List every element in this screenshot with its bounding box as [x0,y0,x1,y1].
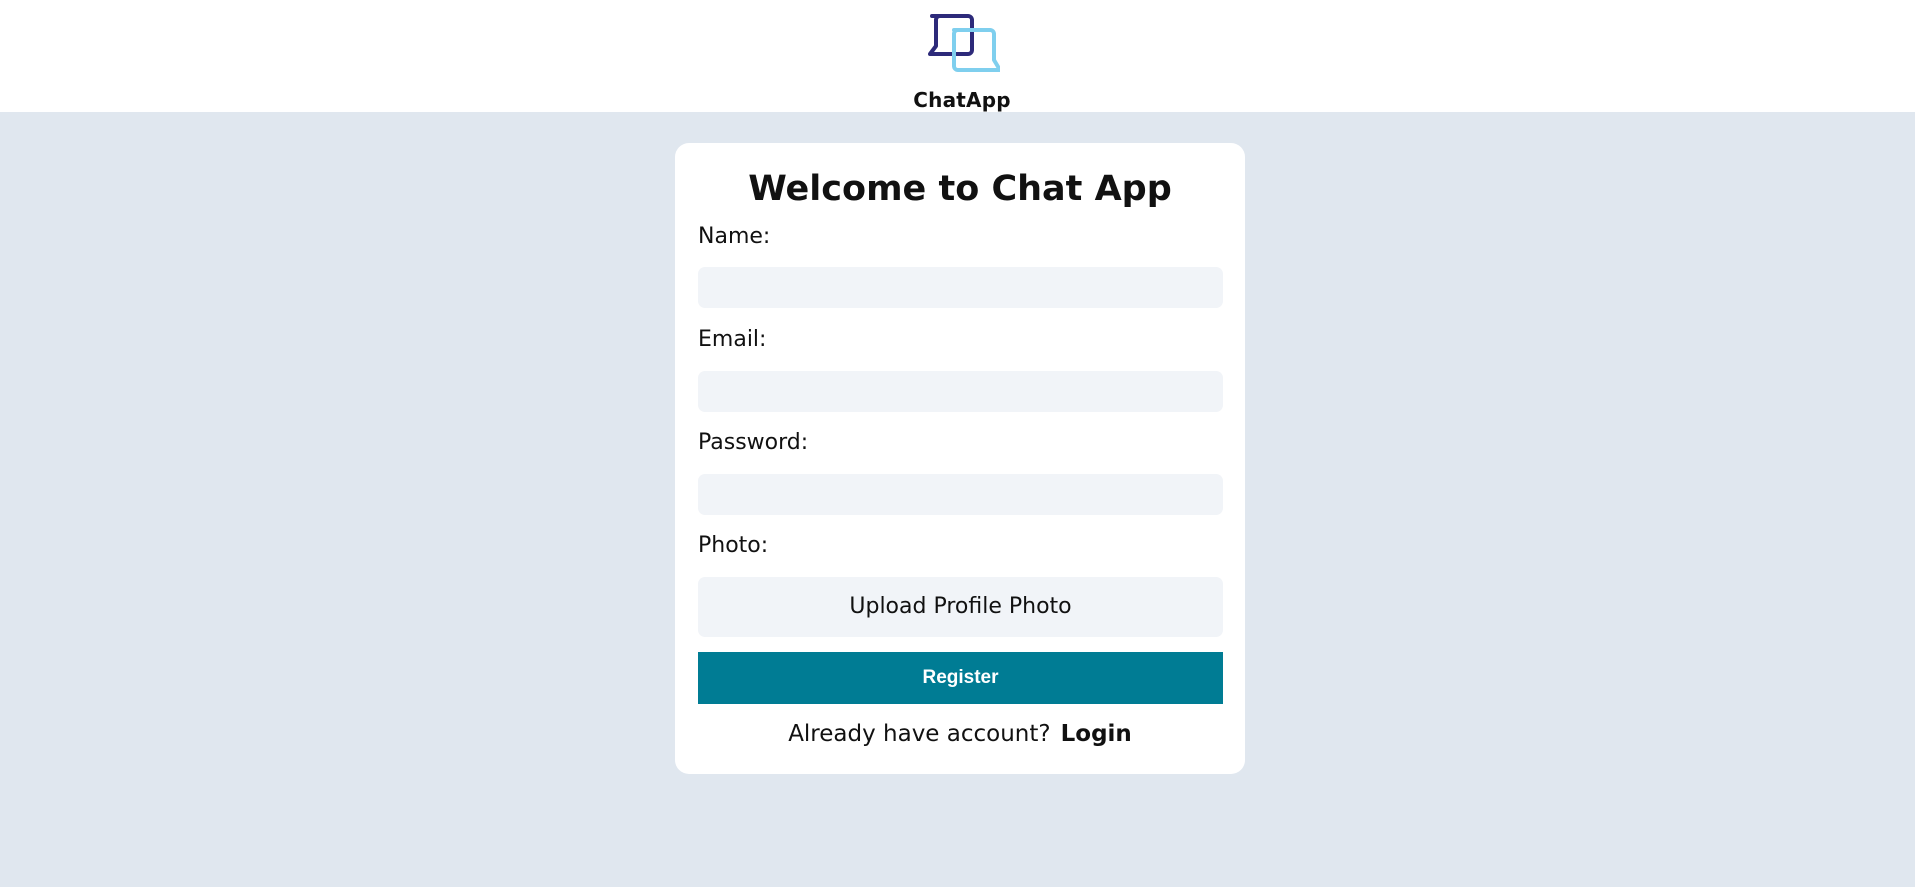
name-input[interactable] [698,267,1223,308]
chat-bubbles-icon [928,14,1000,72]
page-title: Welcome to Chat App [748,169,1172,209]
register-card: Welcome to Chat App Name: Email: Passwor… [675,143,1245,774]
logo-text: ChatApp [913,88,1011,112]
login-prompt: Already have account? Login [675,721,1245,747]
password-input[interactable] [698,474,1223,515]
password-label: Password: [698,430,809,455]
login-prompt-text: Already have account? [788,721,1051,747]
photo-label: Photo: [698,533,769,558]
email-input[interactable] [698,371,1223,412]
top-bar: ChatApp [0,0,1915,112]
upload-photo-button[interactable]: Upload Profile Photo [698,577,1223,637]
app-logo[interactable]: ChatApp [912,8,1012,112]
login-link[interactable]: Login [1061,721,1132,747]
name-label: Name: [698,224,771,249]
email-label: Email: [698,327,767,352]
register-button[interactable]: Register [698,652,1223,704]
